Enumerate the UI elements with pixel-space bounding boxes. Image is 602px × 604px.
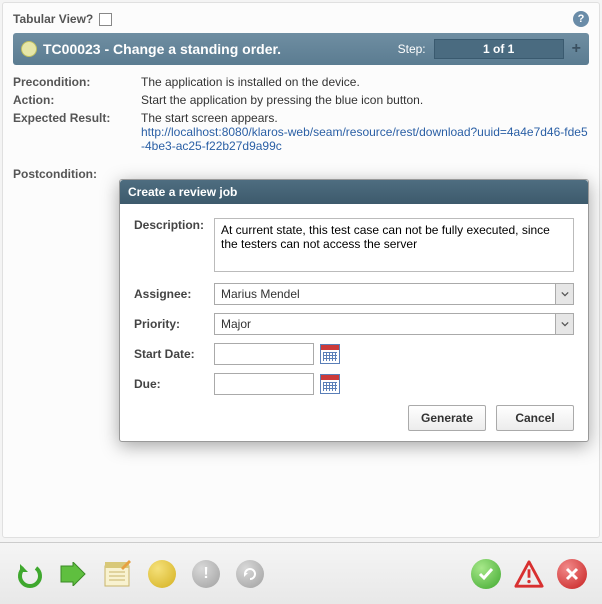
assignee-label: Assignee:: [134, 287, 214, 301]
tabular-toggle: Tabular View?: [13, 12, 112, 26]
lightbulb-icon: [21, 41, 37, 57]
test-case-title: TC00023 - Change a standing order.: [43, 41, 281, 57]
calendar-icon[interactable]: [320, 344, 340, 364]
start-date-input[interactable]: [214, 343, 314, 365]
title-bar: TC00023 - Change a standing order. Step:…: [13, 33, 589, 65]
description-row: Description:: [134, 218, 574, 275]
precondition-label: Precondition:: [13, 75, 141, 89]
description-label: Description:: [134, 218, 214, 232]
cancel-button[interactable]: Cancel: [496, 405, 574, 431]
assignee-row: Assignee: Marius Mendel: [134, 283, 574, 305]
info-status-icon[interactable]: !: [190, 558, 222, 590]
start-date-row: Start Date:: [134, 343, 574, 365]
step-indicator: 1 of 1: [434, 39, 564, 59]
add-step-button[interactable]: +: [572, 40, 581, 58]
precondition-row: Precondition: The application is install…: [13, 75, 589, 89]
forward-icon[interactable]: [58, 558, 90, 590]
action-value: Start the application by pressing the bl…: [141, 93, 589, 107]
expected-result-value: The start screen appears. http://localho…: [141, 111, 589, 153]
chevron-down-icon: [555, 284, 573, 304]
precondition-value: The application is installed on the devi…: [141, 75, 589, 89]
main-panel: Tabular View? ? TC00023 - Change a stand…: [2, 2, 600, 538]
dialog-title: Create a review job: [120, 180, 588, 204]
expected-result-link[interactable]: http://localhost:8080/klaros-web/seam/re…: [141, 125, 588, 153]
priority-value: Major: [215, 314, 555, 334]
priority-row: Priority: Major: [134, 313, 574, 335]
generate-button[interactable]: Generate: [408, 405, 486, 431]
action-label: Action:: [13, 93, 141, 107]
refresh-status-icon[interactable]: [234, 558, 266, 590]
dialog-button-row: Generate Cancel: [134, 405, 574, 431]
action-row: Action: Start the application by pressin…: [13, 93, 589, 107]
gold-status-icon[interactable]: [146, 558, 178, 590]
undo-icon[interactable]: [14, 558, 46, 590]
create-review-job-dialog: Create a review job Description: Assigne…: [119, 179, 589, 442]
due-date-label: Due:: [134, 377, 214, 391]
expected-result-label: Expected Result:: [13, 111, 141, 153]
expected-result-row: Expected Result: The start screen appear…: [13, 111, 589, 153]
chevron-down-icon: [555, 314, 573, 334]
notes-icon[interactable]: [102, 558, 134, 590]
calendar-icon[interactable]: [320, 374, 340, 394]
due-date-input[interactable]: [214, 373, 314, 395]
priority-label: Priority:: [134, 317, 214, 331]
priority-select[interactable]: Major: [214, 313, 574, 335]
tabular-view-label: Tabular View?: [13, 12, 93, 26]
footer-toolbar: !: [0, 542, 602, 604]
help-icon[interactable]: ?: [573, 11, 589, 27]
assignee-select[interactable]: Marius Mendel: [214, 283, 574, 305]
assignee-value: Marius Mendel: [215, 284, 555, 304]
fail-icon[interactable]: [556, 558, 588, 590]
top-row: Tabular View? ?: [13, 11, 589, 27]
tabular-view-checkbox[interactable]: [99, 13, 112, 26]
warning-icon[interactable]: [514, 559, 544, 589]
step-label: Step:: [398, 42, 426, 56]
description-input[interactable]: [214, 218, 574, 272]
pass-icon[interactable]: [470, 558, 502, 590]
due-date-row: Due:: [134, 373, 574, 395]
expected-result-text: The start screen appears.: [141, 111, 278, 125]
start-date-label: Start Date:: [134, 347, 214, 361]
